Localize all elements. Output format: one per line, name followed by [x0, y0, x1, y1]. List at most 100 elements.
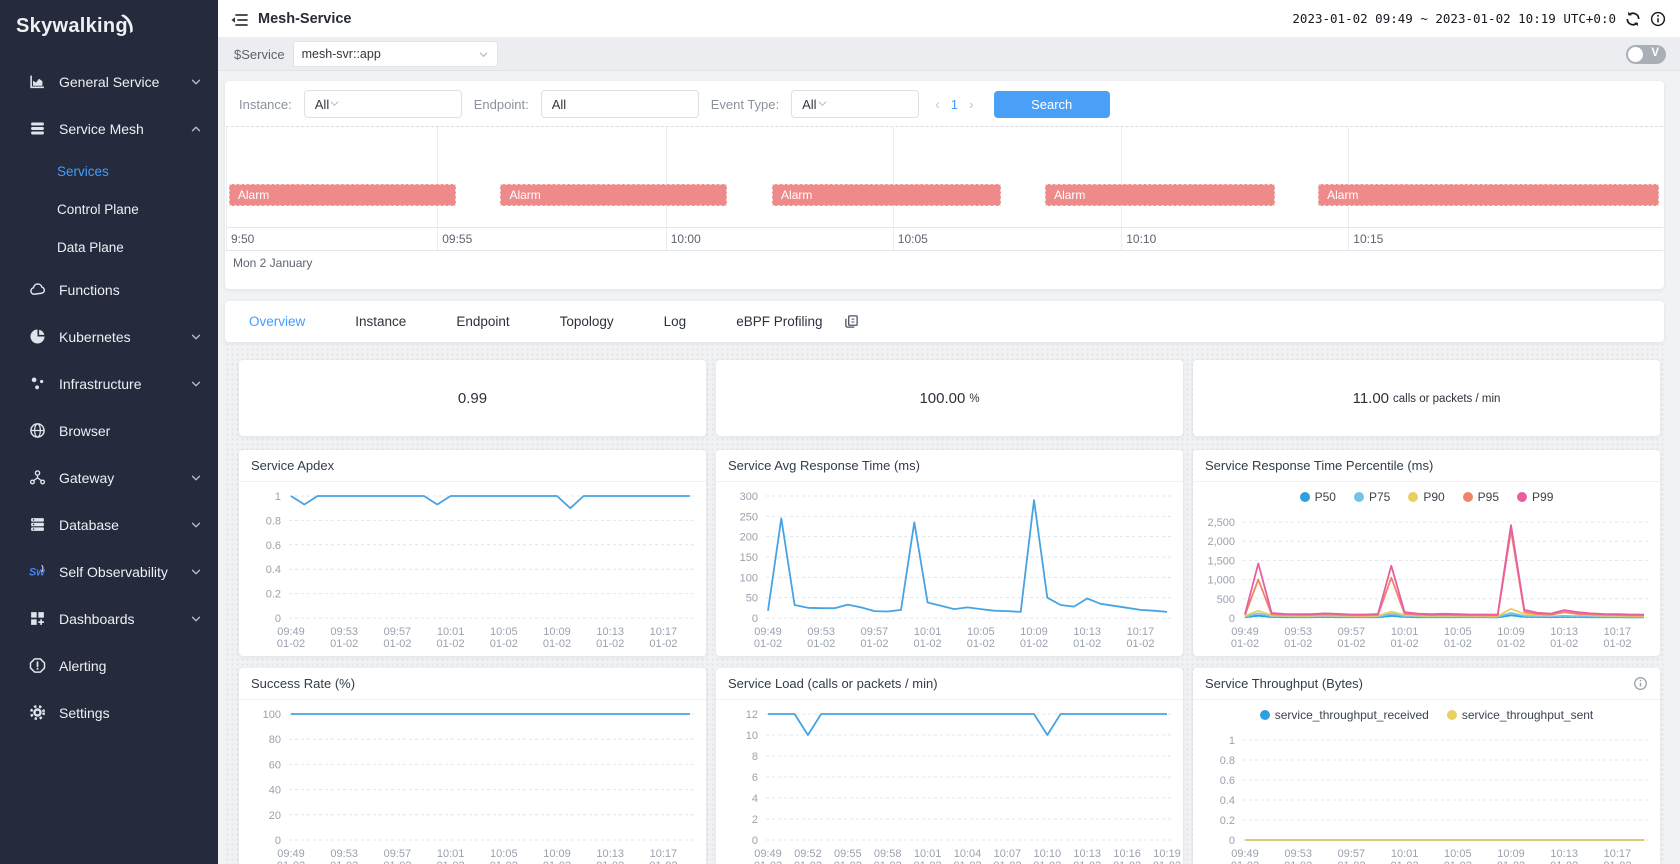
- timeline-gridline: [437, 228, 438, 250]
- prev-page-button[interactable]: ‹: [935, 96, 940, 112]
- svg-text:10:0501-02: 10:0501-02: [967, 626, 995, 650]
- alarm-event-bar[interactable]: Alarm: [1045, 184, 1275, 206]
- sidebar-item-kubernetes[interactable]: Kubernetes: [0, 313, 218, 360]
- info-icon[interactable]: [1633, 676, 1648, 691]
- version-toggle[interactable]: V: [1626, 45, 1666, 64]
- sidebar-item-label: Alerting: [59, 658, 106, 674]
- svg-text:2,000: 2,000: [1207, 536, 1235, 548]
- service-select[interactable]: mesh-svr::app: [293, 41, 498, 67]
- svg-text:0: 0: [1229, 835, 1235, 847]
- svg-text:09:5301-02: 09:5301-02: [330, 848, 358, 864]
- legend-item-p90[interactable]: P90: [1408, 490, 1444, 504]
- svg-text:10:0101-02: 10:0101-02: [1391, 626, 1419, 650]
- sidebar-item-functions[interactable]: Functions: [0, 266, 218, 313]
- alarm-event-bar[interactable]: Alarm: [500, 184, 727, 206]
- svg-text:09:4901-02: 09:4901-02: [277, 848, 305, 864]
- svg-text:0: 0: [752, 613, 758, 625]
- svg-text:09:5501-02: 09:5501-02: [834, 848, 862, 864]
- chevron-down-icon: [817, 97, 828, 112]
- sidebar-item-settings[interactable]: Settings: [0, 689, 218, 736]
- chart-svg-service-response-time-percentile: 2,5002,0001,5001,000500009:4901-0209:530…: [1193, 482, 1660, 656]
- sidebar-item-label: Browser: [59, 423, 110, 439]
- legend-item-service-throughput-received[interactable]: service_throughput_received: [1260, 708, 1429, 722]
- timeline-time-label: 10:00: [671, 232, 701, 246]
- svg-text:80: 80: [269, 734, 281, 746]
- skywalking-logo: Skywalking): [0, 0, 218, 58]
- alarm-event-bar[interactable]: Alarm: [1318, 184, 1659, 206]
- sidebar-nav: General Service Service Mesh ServicesContr…: [0, 58, 218, 736]
- timeline-time-label: 10:15: [1353, 232, 1383, 246]
- metric-unit: %: [969, 393, 979, 405]
- collapse-menu-icon[interactable]: [230, 12, 248, 28]
- tab-endpoint[interactable]: Endpoint: [456, 314, 509, 329]
- legend-item-service-throughput-sent[interactable]: service_throughput_sent: [1447, 708, 1593, 722]
- legend-item-p75[interactable]: P75: [1354, 490, 1390, 504]
- legend-item-p50[interactable]: P50: [1300, 490, 1336, 504]
- current-page[interactable]: 1: [951, 97, 958, 112]
- sidebar-item-label: General Service: [59, 74, 159, 90]
- chart-title-bar: Success Rate (%): [239, 668, 706, 700]
- metric-card-2: 11.00calls or packets / min: [1193, 360, 1660, 436]
- svg-text:09:5301-02: 09:5301-02: [1284, 848, 1312, 864]
- svg-text:10:0401-02: 10:0401-02: [953, 848, 981, 864]
- search-button[interactable]: Search: [994, 91, 1110, 118]
- alarm-event-bar[interactable]: Alarm: [772, 184, 1000, 206]
- sidebar-item-alerting[interactable]: Alerting: [0, 642, 218, 689]
- next-page-button[interactable]: ›: [969, 96, 974, 112]
- alarm-event-bar[interactable]: Alarm: [229, 184, 456, 206]
- tab-ebpf-profiling[interactable]: eBPF Profiling: [736, 314, 822, 329]
- svg-text:0: 0: [752, 835, 758, 847]
- sidebar-item-control-plane[interactable]: Control Plane: [0, 190, 218, 228]
- chevron-up-icon: [190, 123, 202, 135]
- svg-text:09:5801-02: 09:5801-02: [874, 848, 902, 864]
- copy-icon[interactable]: [844, 314, 859, 329]
- legend-label: P50: [1315, 490, 1336, 504]
- sidebar-item-gateway[interactable]: Gateway: [0, 454, 218, 501]
- timeline-gridline: [1348, 127, 1349, 227]
- svg-text:10:1701-02: 10:1701-02: [649, 626, 677, 650]
- sidebar-item-data-plane[interactable]: Data Plane: [0, 228, 218, 266]
- chevron-down-icon: [470, 49, 489, 60]
- sidebar-item-infrastructure[interactable]: Infrastructure: [0, 360, 218, 407]
- refresh-icon[interactable]: [1625, 11, 1641, 27]
- dashboards-icon: [28, 610, 46, 627]
- svg-text:09:5701-02: 09:5701-02: [1337, 626, 1365, 650]
- info-icon[interactable]: [1650, 11, 1666, 27]
- svg-text:10:0501-02: 10:0501-02: [490, 848, 518, 864]
- svg-text:10:0101-02: 10:0101-02: [437, 848, 465, 864]
- time-range-picker[interactable]: 2023-01-02 09:49 ~ 2023-01-02 10:19 UTC+…: [1292, 11, 1616, 26]
- legend-item-p95[interactable]: P95: [1463, 490, 1499, 504]
- tab-log[interactable]: Log: [664, 314, 687, 329]
- legend-item-p99[interactable]: P99: [1517, 490, 1553, 504]
- sidebar-item-service-mesh[interactable]: Service Mesh: [0, 105, 218, 152]
- chart-card-service-throughput: Service Throughput (Bytes) service_throug…: [1193, 668, 1660, 864]
- sidebar-item-dashboards[interactable]: Dashboards: [0, 595, 218, 642]
- svg-text:10:0701-02: 10:0701-02: [993, 848, 1021, 864]
- timeline-time-label: 10:05: [898, 232, 928, 246]
- sidebar-item-general-service[interactable]: General Service: [0, 58, 218, 105]
- chart-card-service-avg-response-time: Service Avg Response Time (ms)3002502001…: [716, 450, 1183, 656]
- event-type-select[interactable]: All: [791, 90, 919, 118]
- chart-title-bar: Service Throughput (Bytes): [1193, 668, 1660, 700]
- tab-overview[interactable]: Overview: [249, 314, 305, 329]
- svg-text:500: 500: [1217, 594, 1235, 606]
- pagination: ‹ 1 ›: [935, 96, 974, 112]
- chart-row-2: Success Rate (%)10080604020009:4901-0209…: [239, 668, 1660, 864]
- tab-topology[interactable]: Topology: [560, 314, 614, 329]
- metric-row: 0.99100.00%11.00calls or packets / min: [239, 360, 1660, 436]
- sidebar-item-self-observability[interactable]: Sw)Self Observability: [0, 548, 218, 595]
- endpoint-input[interactable]: [541, 90, 699, 118]
- svg-text:09:4901-02: 09:4901-02: [1231, 848, 1259, 864]
- sidebar-item-browser[interactable]: Browser: [0, 407, 218, 454]
- service-variable-label: $Service: [234, 47, 285, 62]
- chart-svg-service-avg-response-time: 30025020015010050009:4901-0209:5301-0209…: [716, 482, 1183, 656]
- sidebar-item-services[interactable]: Services: [0, 152, 218, 190]
- chart-title-service-apdex: Service Apdex: [251, 450, 334, 481]
- svg-text:10:1301-02: 10:1301-02: [596, 626, 624, 650]
- sidebar-item-label: Service Mesh: [59, 121, 144, 137]
- instance-select[interactable]: All: [304, 90, 462, 118]
- tab-instance[interactable]: Instance: [355, 314, 406, 329]
- chart-title-bar: Service Load (calls or packets / min): [716, 668, 1183, 700]
- svg-text:2,500: 2,500: [1207, 517, 1235, 529]
- sidebar-item-database[interactable]: Database: [0, 501, 218, 548]
